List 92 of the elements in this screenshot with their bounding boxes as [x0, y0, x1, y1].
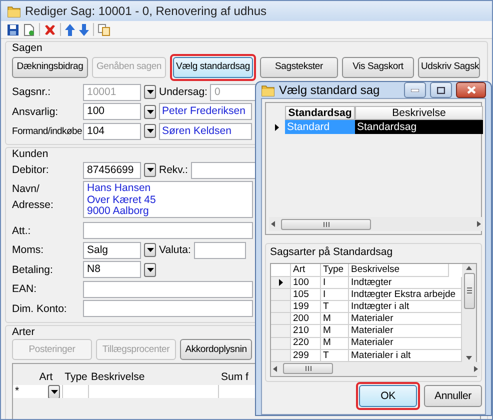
- scrollbar-thumb[interactable]: [464, 272, 475, 309]
- caret-icon: [146, 90, 154, 94]
- scrollbar-thumb[interactable]: [283, 363, 333, 374]
- row-header[interactable]: [271, 276, 291, 289]
- close-icon: [466, 86, 476, 94]
- input-field[interactable]: [83, 300, 253, 318]
- input-field[interactable]: [194, 242, 246, 259]
- grip-icon: [322, 222, 330, 226]
- folder-icon: [261, 84, 275, 96]
- input-field[interactable]: [83, 280, 253, 298]
- field-label: Moms:: [12, 244, 44, 257]
- dropdown-button[interactable]: [144, 243, 156, 258]
- dropdown-button[interactable]: [48, 385, 60, 398]
- grip-icon: [304, 366, 312, 372]
- caret-icon: [146, 110, 154, 114]
- field-label: Formand/indkøbe: [12, 126, 80, 138]
- arrow-down-icon: [466, 356, 472, 360]
- dropdown-button[interactable]: [144, 262, 156, 277]
- field-label: Undersag:: [159, 86, 208, 99]
- input-field[interactable]: 104: [83, 122, 141, 140]
- delete-icon: [44, 24, 56, 36]
- table-cell[interactable]: Standardsag: [355, 120, 483, 134]
- group-title: Arter: [12, 326, 35, 338]
- group-title: Kunden: [12, 149, 48, 160]
- button[interactable]: Akkordoplysnin: [180, 339, 252, 360]
- field-label: Navn/: [12, 182, 40, 198]
- arrow-left-icon: [273, 366, 277, 372]
- new-document-icon: [23, 24, 35, 36]
- field-label: Dim. Konto:: [12, 302, 68, 316]
- button[interactable]: Vis Sagskort: [342, 56, 414, 78]
- arrow-right-icon: [477, 221, 481, 227]
- input-field[interactable]: Peter Frederiksen: [159, 103, 252, 120]
- input-field[interactable]: [83, 222, 253, 240]
- close-button[interactable]: [456, 82, 486, 98]
- scrollbar[interactable]: [462, 264, 476, 362]
- caret-icon: [146, 129, 154, 134]
- copy-icon: [98, 24, 110, 36]
- arrow-up-icon: [466, 266, 472, 270]
- dropdown-button[interactable]: [144, 85, 156, 100]
- grip-icon: [466, 287, 472, 294]
- field-label: Valuta:: [159, 244, 191, 257]
- column-header[interactable]: Type: [63, 370, 89, 386]
- field-label: Att.:: [12, 224, 32, 238]
- column-header[interactable]: Art: [29, 370, 63, 386]
- dropdown-button[interactable]: [144, 104, 156, 119]
- column-header[interactable]: Beskrivelse: [355, 106, 483, 120]
- group-title: Sagsarter på Standardsag: [270, 247, 393, 258]
- dropdown-button[interactable]: [144, 163, 156, 178]
- window-title: Rediger Sag: 10001 - 0, Renovering af udhus: [25, 4, 266, 18]
- dialog-title: Vælg standard sag: [279, 82, 381, 98]
- row-indicator-icon: [278, 278, 282, 286]
- caret-icon: [146, 248, 154, 252]
- group-title: Sagen: [12, 43, 42, 54]
- column-header[interactable]: Beskrivelse: [89, 370, 219, 386]
- input-field[interactable]: 87456699: [83, 162, 141, 179]
- save-icon: [7, 24, 19, 36]
- address-field[interactable]: Hans Hansen Over Kæret 45 9000 Aalborg: [83, 181, 253, 218]
- input-field[interactable]: 100: [83, 103, 141, 120]
- field-label: Adresse:: [12, 198, 54, 214]
- field-label: Rekv.:: [159, 164, 188, 177]
- maximize-icon: [437, 86, 445, 94]
- scrollbar[interactable]: [269, 217, 483, 231]
- input-field[interactable]: N8: [83, 261, 141, 278]
- minimize-button[interactable]: [404, 82, 426, 98]
- field-label: Sagsnr.:: [12, 86, 52, 99]
- new-row-marker: *: [14, 385, 20, 398]
- caret-icon: [50, 390, 58, 394]
- button[interactable]: Vælg standardsag: [173, 56, 253, 78]
- button[interactable]: Udskriv Sagsk: [418, 56, 480, 78]
- arrow-left-icon: [271, 221, 275, 227]
- input-field[interactable]: Søren Keldsen: [159, 122, 252, 140]
- field-label: Ansvarlig:: [12, 106, 60, 118]
- button[interactable]: Dækningsbidrag: [12, 56, 88, 78]
- field-label: Debitor:: [12, 164, 50, 177]
- button[interactable]: Annuller: [424, 384, 482, 407]
- minimize-icon: [411, 88, 419, 92]
- maximize-button[interactable]: [430, 82, 452, 98]
- dropdown-button[interactable]: [144, 124, 156, 138]
- scrollbar-thumb[interactable]: [281, 218, 371, 230]
- caret-icon: [146, 168, 154, 172]
- scrollbar[interactable]: [271, 362, 480, 376]
- column-header[interactable]: Standardsag: [285, 106, 355, 120]
- button[interactable]: OK: [359, 384, 417, 407]
- field-label: Betaling:: [12, 264, 54, 276]
- input-field[interactable]: Salg: [83, 242, 141, 259]
- button[interactable]: Sagstekster: [260, 56, 338, 78]
- caret-icon: [146, 268, 154, 272]
- folder-icon: [7, 4, 21, 18]
- arrow-down-icon: [79, 24, 89, 36]
- arrow-up-icon: [65, 24, 75, 36]
- field-label: EAN:: [12, 283, 38, 296]
- arrow-right-icon: [474, 366, 478, 372]
